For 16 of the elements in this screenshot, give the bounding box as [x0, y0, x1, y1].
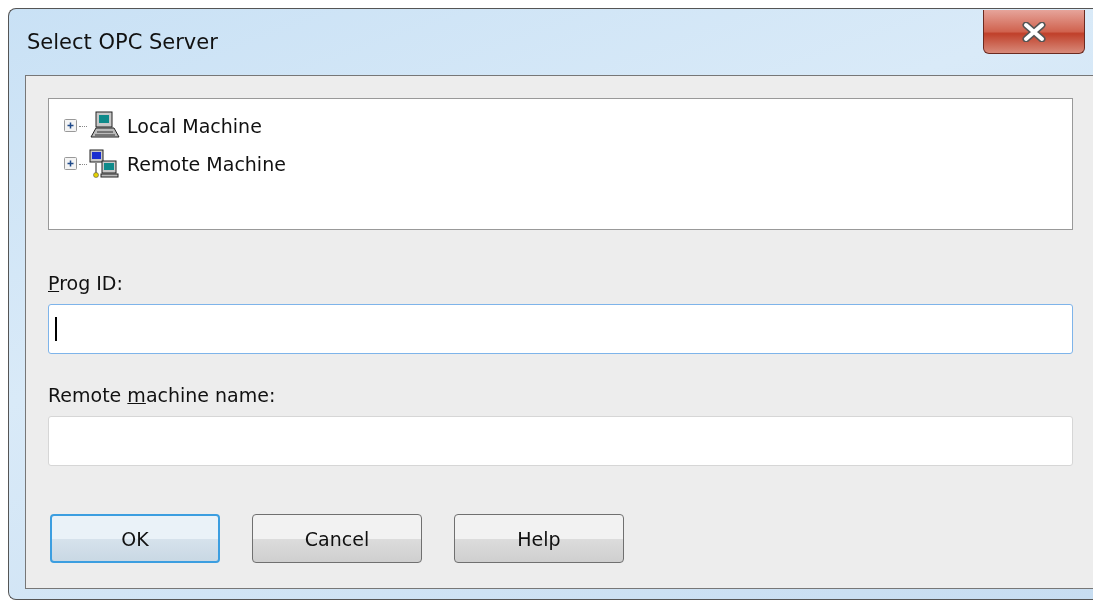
close-button[interactable] [983, 10, 1085, 54]
dialog-button[interactable]: OK [50, 514, 220, 563]
field-label: Remote machine name: [48, 384, 277, 406]
tree-item[interactable]: Local Machine [127, 115, 262, 137]
field-label: Prog ID: [48, 272, 124, 294]
network-computers-icon [87, 149, 121, 179]
tree-item[interactable]: Remote Machine [127, 153, 286, 175]
input-field[interactable] [48, 304, 1073, 354]
dialog-button[interactable]: Help [454, 514, 624, 563]
close-icon [1022, 21, 1046, 42]
window-title: Select OPC Server [27, 30, 218, 54]
computer-icon [87, 111, 121, 141]
expand-icon[interactable] [63, 118, 79, 134]
input-field[interactable] [48, 416, 1073, 466]
expand-icon[interactable] [63, 156, 79, 172]
dialog-button[interactable]: Cancel [252, 514, 422, 563]
